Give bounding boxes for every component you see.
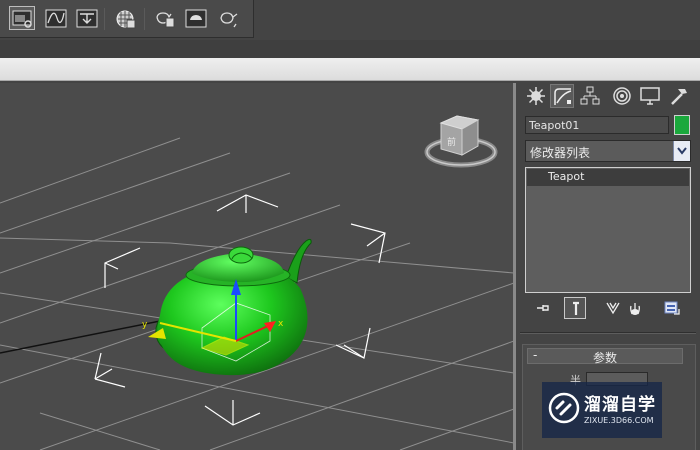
panel-divider [520, 332, 696, 334]
viewcube[interactable]: 前 [424, 115, 498, 168]
hierarchy-icon [580, 86, 600, 105]
motion-icon [613, 87, 631, 105]
tab-display[interactable] [638, 84, 662, 108]
render-frame-button[interactable] [73, 6, 99, 30]
modifier-stack-tools [516, 297, 700, 323]
render-teapot-icon [220, 12, 238, 28]
dropdown-arrow[interactable] [673, 141, 690, 161]
viewport-canvas[interactable]: x y 前 [0, 83, 514, 450]
end-result-icon [573, 301, 579, 315]
parameters-rollout-header[interactable]: - 参数 [527, 348, 683, 365]
utilities-icon [671, 89, 687, 105]
render-setup-frame-icon [76, 9, 98, 28]
display-icon [640, 87, 660, 105]
watermark-logo-icon [548, 392, 580, 424]
material-editor-icon [116, 10, 136, 29]
modifier-list-label: 修改器列表 [530, 146, 591, 160]
watermark-url: ZIXUE.3D66.COM [584, 416, 654, 425]
rendered-frame-window-icon [185, 9, 207, 28]
ribbon-strip [0, 40, 700, 58]
viewcube-face-label[interactable]: 前 [447, 136, 456, 148]
object-name-input[interactable] [525, 116, 669, 134]
make-unique-button[interactable] [602, 297, 624, 319]
perspective-viewport[interactable]: x y 前 [0, 83, 514, 450]
chevron-down-icon [677, 147, 687, 155]
remove-modifier-button[interactable] [624, 297, 646, 319]
tab-modify[interactable] [550, 84, 574, 108]
teapot-object[interactable] [155, 238, 312, 376]
modifier-list-dropdown[interactable]: 修改器列表 [525, 140, 691, 162]
tab-utilities[interactable] [666, 84, 690, 108]
material-editor-button[interactable] [112, 6, 138, 30]
curve-editor-button[interactable] [42, 6, 68, 30]
gizmo-x-label: x [278, 319, 284, 329]
rollout-title: 参数 [592, 351, 617, 365]
modifier-stack[interactable]: Teapot [525, 167, 691, 293]
remove-modifier-icon [630, 303, 640, 315]
tab-motion[interactable] [610, 84, 634, 108]
render-button[interactable] [214, 6, 240, 30]
create-icon [527, 87, 545, 105]
pin-stack-button[interactable] [532, 297, 554, 319]
rendered-frame-button[interactable] [182, 6, 208, 30]
toolbar-separator [104, 8, 105, 30]
make-unique-icon [606, 302, 620, 315]
modify-icon [554, 88, 572, 105]
main-toolbar [0, 0, 700, 40]
configure-modifier-sets-button[interactable] [661, 297, 683, 319]
render-setup-button[interactable] [151, 6, 177, 30]
watermark: 溜溜自学 ZIXUE.3D66.COM [542, 382, 662, 438]
tab-create[interactable] [524, 84, 548, 108]
toolbar-separator [144, 8, 145, 30]
ribbon-bar [0, 58, 700, 81]
configure-sets-icon [664, 301, 680, 315]
object-color-swatch[interactable] [674, 115, 690, 135]
scene-explorer-icon [12, 10, 32, 28]
render-setup-icon [156, 12, 175, 28]
scene-explorer-button[interactable] [9, 6, 35, 30]
watermark-title: 溜溜自学 [584, 395, 656, 415]
stack-item-teapot[interactable]: Teapot [527, 169, 689, 186]
show-end-result-button[interactable] [564, 297, 586, 319]
gizmo-y-label: y [142, 320, 148, 330]
pin-icon [537, 305, 549, 311]
curve-editor-icon [45, 9, 67, 28]
toolbar-group [0, 0, 254, 38]
tab-hierarchy[interactable] [578, 84, 602, 108]
